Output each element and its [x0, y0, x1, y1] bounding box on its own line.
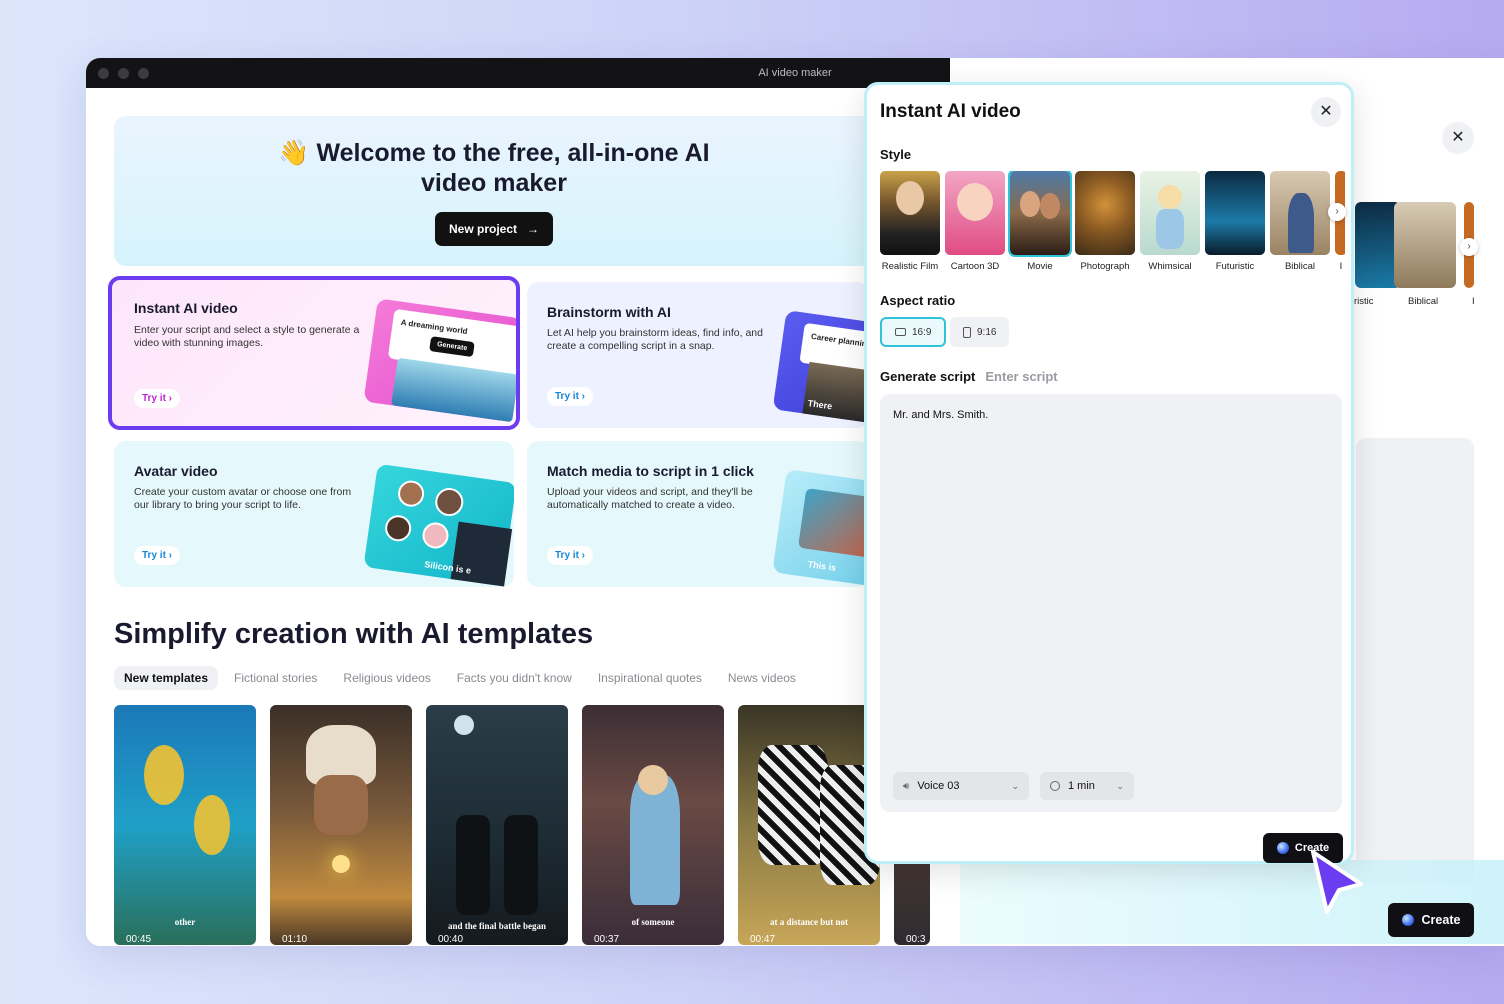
- script-input[interactable]: Mr. and Mrs. Smith. 🔊︎ Voice 03 ⌄ 1 min …: [880, 394, 1342, 812]
- template-card[interactable]: of someone 00:37: [582, 705, 724, 945]
- style-option-futuristic[interactable]: Futuristic: [1205, 171, 1265, 272]
- tab-news-videos[interactable]: News videos: [718, 666, 806, 690]
- modal-title: Instant AI video: [880, 101, 1021, 122]
- feature-card-avatar-video[interactable]: Avatar video Create your custom avatar o…: [114, 441, 514, 587]
- tab-generate-script[interactable]: Generate script: [880, 369, 975, 384]
- style-label: Style: [880, 147, 912, 162]
- try-it-button[interactable]: Try it ›: [547, 387, 594, 406]
- style-option-movie[interactable]: Movie: [1008, 171, 1072, 272]
- feature-desc: Upload your videos and script, and they'…: [547, 486, 753, 511]
- tab-religious-videos[interactable]: Religious videos: [333, 666, 440, 690]
- chevron-down-icon: ⌄: [1116, 780, 1124, 791]
- brainstorm-illustration: Career planning There: [772, 310, 869, 428]
- feature-desc: Create your custom avatar or choose one …: [134, 486, 352, 511]
- feature-desc: Let AI help you brainstorm ideas, find i…: [547, 327, 763, 352]
- app-frame: AI video maker ‹ › ↻ 👋 Welcome to the fr…: [0, 0, 1504, 1004]
- style-option-biblical[interactable]: Biblical: [1270, 171, 1330, 272]
- new-project-button[interactable]: New project →: [434, 212, 553, 246]
- templates-title: Simplify creation with AI templates: [114, 618, 594, 650]
- style-option-realistic-film[interactable]: Realistic Film: [880, 171, 940, 272]
- voice-icon: 🔊︎: [903, 780, 910, 792]
- try-it-button[interactable]: Try it ›: [134, 389, 181, 408]
- tab-fictional-stories[interactable]: Fictional stories: [224, 666, 327, 690]
- background-create-button[interactable]: Create: [1388, 903, 1474, 937]
- instant-video-illustration: A dreaming world Generate: [363, 298, 516, 423]
- template-card[interactable]: at a distance but not 00:47: [738, 705, 880, 945]
- template-list: other 00:45 01:10 and the final battle b…: [114, 705, 930, 945]
- avatar-illustration: Silicon is e: [363, 463, 514, 587]
- templates-tabs: New templates Fictional stories Religiou…: [114, 666, 806, 690]
- style-option-more[interactable]: I: [1335, 171, 1345, 272]
- try-it-button[interactable]: Try it ›: [547, 546, 594, 565]
- chevron-down-icon: ⌄: [1011, 780, 1019, 791]
- aspect-ratio-label: Aspect ratio: [880, 293, 956, 308]
- tab-new-templates[interactable]: New templates: [114, 666, 219, 690]
- portrait-icon: [963, 326, 971, 338]
- close-icon[interactable]: ✕: [1311, 97, 1341, 127]
- feature-card-brainstorm[interactable]: Brainstorm with AI Let AI help you brain…: [527, 282, 869, 428]
- feature-desc: Enter your script and select a style to …: [134, 324, 360, 349]
- chevron-right-icon[interactable]: ›: [1328, 203, 1346, 221]
- ai-orb-icon: [1276, 842, 1289, 854]
- clock-icon: [1050, 781, 1060, 791]
- script-tabs: Generate script Enter script: [880, 369, 1058, 384]
- voice-select[interactable]: 🔊︎ Voice 03 ⌄: [893, 772, 1029, 800]
- style-picker: Realistic Film Cartoon 3D Movie Photogra…: [880, 171, 1345, 272]
- aspect-16-9-option[interactable]: 16:9: [880, 317, 947, 347]
- feature-card-instant-ai-video[interactable]: Instant AI video Enter your script and s…: [108, 276, 520, 430]
- tab-enter-script[interactable]: Enter script: [985, 369, 1057, 384]
- feature-title: Avatar video: [134, 463, 218, 479]
- ai-orb-icon: [1401, 914, 1414, 926]
- aspect-9-16-option[interactable]: 9:16: [950, 317, 1010, 347]
- style-option-photograph[interactable]: Photograph: [1075, 171, 1135, 272]
- duration-select[interactable]: 1 min ⌄: [1040, 772, 1134, 800]
- script-text: Mr. and Mrs. Smith.: [893, 409, 989, 421]
- tab-inspirational-quotes[interactable]: Inspirational quotes: [588, 666, 712, 690]
- instant-ai-video-modal: Instant AI video ✕ Style Realistic Film …: [864, 82, 1354, 864]
- feature-title: Brainstorm with AI: [547, 304, 671, 320]
- hero-banner: 👋 Welcome to the free, all-in-one AI vid…: [114, 116, 874, 266]
- background-script-area: [1356, 438, 1474, 883]
- styles-next-icon[interactable]: ›: [1460, 238, 1478, 256]
- feature-title: Match media to script in 1 click: [547, 463, 754, 479]
- match-media-illustration: This is: [772, 469, 869, 587]
- template-card[interactable]: 01:10: [270, 705, 412, 945]
- landscape-icon: [895, 328, 906, 336]
- style-option-whimsical[interactable]: Whimsical: [1140, 171, 1200, 272]
- tab-facts[interactable]: Facts you didn't know: [447, 666, 582, 690]
- arrow-right-icon: →: [527, 222, 539, 236]
- template-card[interactable]: other 00:45: [114, 705, 256, 945]
- style-option-cartoon-3d[interactable]: Cartoon 3D: [945, 171, 1005, 272]
- hero-title: 👋 Welcome to the free, all-in-one AI vid…: [278, 139, 710, 197]
- cursor-pointer-icon: [1311, 850, 1363, 914]
- feature-card-match-media[interactable]: Match media to script in 1 click Upload …: [527, 441, 869, 587]
- try-it-button[interactable]: Try it ›: [134, 546, 181, 565]
- wave-icon: 👋: [278, 139, 310, 167]
- feature-title: Instant AI video: [134, 300, 238, 316]
- template-card[interactable]: and the final battle began 00:40: [426, 705, 568, 945]
- close-icon[interactable]: ✕: [1442, 122, 1474, 154]
